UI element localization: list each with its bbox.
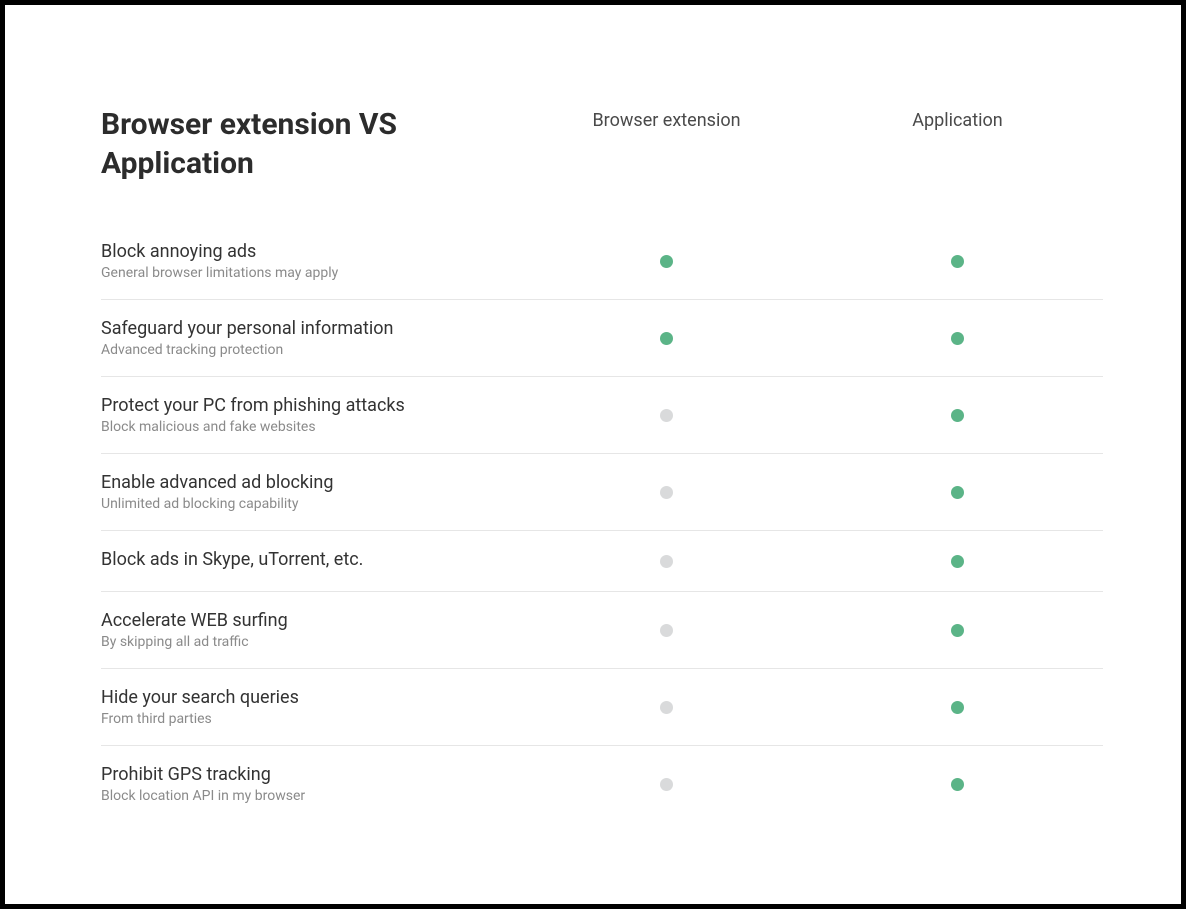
application-cell xyxy=(812,486,1103,499)
feature-row: Safeguard your personal information Advan… xyxy=(101,300,1103,377)
feature-subtitle: By skipping all ad traffic xyxy=(101,634,521,650)
feature-subtitle: Block malicious and fake websites xyxy=(101,419,521,435)
application-cell xyxy=(812,255,1103,268)
title-cell: Browser extension VS Application xyxy=(101,105,521,183)
feature-title: Hide your search queries xyxy=(101,687,521,708)
dot-disabled-icon xyxy=(660,624,673,637)
column-header-extension: Browser extension xyxy=(521,105,812,183)
extension-cell xyxy=(521,778,812,791)
feature-subtitle: General browser limitations may apply xyxy=(101,265,521,281)
extension-cell xyxy=(521,486,812,499)
feature-info: Safeguard your personal information Advan… xyxy=(101,318,521,358)
extension-cell xyxy=(521,332,812,345)
feature-row: Block ads in Skype, uTorrent, etc. xyxy=(101,531,1103,592)
feature-info: Hide your search queries From third parti… xyxy=(101,687,521,727)
feature-info: Block annoying ads General browser limita… xyxy=(101,241,521,281)
column-header-application: Application xyxy=(812,105,1103,183)
dot-enabled-icon xyxy=(660,332,673,345)
feature-row: Accelerate WEB surfing By skipping all ad… xyxy=(101,592,1103,669)
dot-enabled-icon xyxy=(951,409,964,422)
feature-title: Protect your PC from phishing attacks xyxy=(101,395,521,416)
application-cell xyxy=(812,409,1103,422)
feature-row: Enable advanced ad blocking Unlimited ad … xyxy=(101,454,1103,531)
dot-enabled-icon xyxy=(660,255,673,268)
dot-enabled-icon xyxy=(951,255,964,268)
dot-disabled-icon xyxy=(660,701,673,714)
table-body: Block annoying ads General browser limita… xyxy=(101,223,1103,822)
dot-enabled-icon xyxy=(951,486,964,499)
dot-enabled-icon xyxy=(951,778,964,791)
application-cell xyxy=(812,555,1103,568)
dot-disabled-icon xyxy=(660,778,673,791)
feature-title: Enable advanced ad blocking xyxy=(101,472,521,493)
extension-cell xyxy=(521,624,812,637)
application-cell xyxy=(812,778,1103,791)
page-title: Browser extension VS Application xyxy=(101,105,521,183)
comparison-table: Browser extension VS Application Browser… xyxy=(101,105,1103,822)
dot-enabled-icon xyxy=(951,701,964,714)
feature-info: Protect your PC from phishing attacks Blo… xyxy=(101,395,521,435)
feature-info: Prohibit GPS tracking Block location API … xyxy=(101,764,521,804)
feature-title: Block ads in Skype, uTorrent, etc. xyxy=(101,549,521,570)
feature-title: Prohibit GPS tracking xyxy=(101,764,521,785)
column-header-extension-label: Browser extension xyxy=(592,109,740,133)
dot-disabled-icon xyxy=(660,409,673,422)
dot-disabled-icon xyxy=(660,555,673,568)
feature-subtitle: Unlimited ad blocking capability xyxy=(101,496,521,512)
feature-title: Safeguard your personal information xyxy=(101,318,521,339)
application-cell xyxy=(812,701,1103,714)
dot-enabled-icon xyxy=(951,332,964,345)
extension-cell xyxy=(521,255,812,268)
feature-title: Block annoying ads xyxy=(101,241,521,262)
dot-enabled-icon xyxy=(951,624,964,637)
feature-row: Protect your PC from phishing attacks Blo… xyxy=(101,377,1103,454)
column-header-application-label: Application xyxy=(912,109,1002,133)
feature-row: Block annoying ads General browser limita… xyxy=(101,223,1103,300)
dot-enabled-icon xyxy=(951,555,964,568)
feature-title: Accelerate WEB surfing xyxy=(101,610,521,631)
feature-info: Accelerate WEB surfing By skipping all ad… xyxy=(101,610,521,650)
application-cell xyxy=(812,624,1103,637)
application-cell xyxy=(812,332,1103,345)
feature-info: Enable advanced ad blocking Unlimited ad … xyxy=(101,472,521,512)
table-header-row: Browser extension VS Application Browser… xyxy=(101,105,1103,183)
extension-cell xyxy=(521,555,812,568)
feature-subtitle: From third parties xyxy=(101,711,521,727)
feature-subtitle: Block location API in my browser xyxy=(101,788,521,804)
feature-subtitle: Advanced tracking protection xyxy=(101,342,521,358)
feature-row: Hide your search queries From third parti… xyxy=(101,669,1103,746)
dot-disabled-icon xyxy=(660,486,673,499)
extension-cell xyxy=(521,701,812,714)
extension-cell xyxy=(521,409,812,422)
feature-row: Prohibit GPS tracking Block location API … xyxy=(101,746,1103,822)
feature-info: Block ads in Skype, uTorrent, etc. xyxy=(101,549,521,573)
